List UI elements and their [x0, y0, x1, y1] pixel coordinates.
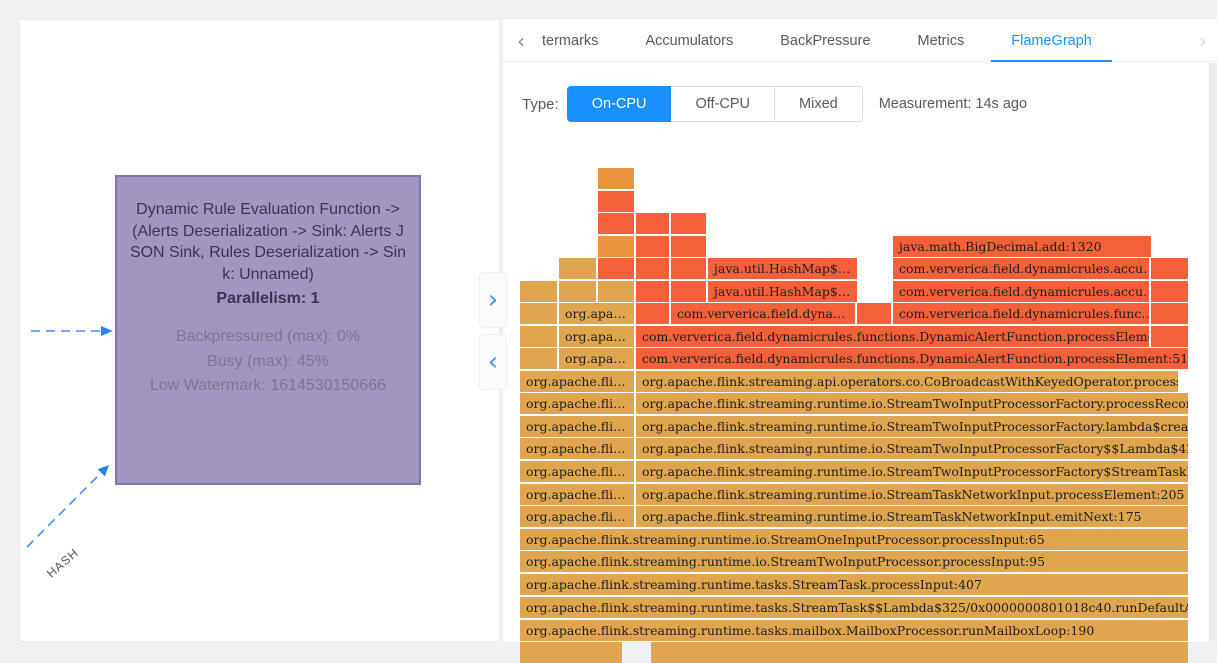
flame-frame[interactable] [636, 303, 669, 324]
flamegraph-controls: Type: On-CPUOff-CPUMixed Measurement: 14… [522, 86, 1027, 122]
flame-frame[interactable] [559, 258, 596, 279]
flame-frame[interactable]: org.apache.flink.streaming.runtime.tasks… [520, 597, 1188, 618]
type-option-mixed[interactable]: Mixed [775, 86, 863, 122]
edge-arrowhead-right-icon [101, 326, 113, 336]
flame-frame[interactable] [636, 236, 669, 257]
flame-frame[interactable] [520, 281, 557, 302]
flame-frame[interactable] [559, 281, 596, 302]
flame-frame[interactable] [1151, 303, 1188, 324]
type-label: Type: [522, 96, 559, 113]
flame-frame[interactable] [520, 326, 557, 347]
flame-frame[interactable] [651, 642, 1188, 663]
stat-busy: Busy (max): 45% [142, 350, 394, 375]
flame-frame[interactable] [1151, 326, 1188, 347]
job-node-title: Dynamic Rule Evaluation Function -> (Ale… [129, 199, 407, 285]
type-option-off-cpu[interactable]: Off-CPU [671, 86, 775, 122]
job-graph-panel: Dynamic Rule Evaluation Function -> (Ale… [19, 19, 500, 642]
flame-frame[interactable]: org.apache.flink.streaming.runtime.io.St… [636, 393, 1188, 414]
panel-expand-button[interactable]: › [479, 272, 507, 328]
flame-frame[interactable] [598, 281, 634, 302]
flame-frame[interactable] [671, 281, 706, 302]
flame-frame[interactable]: org.apache.fli… [520, 393, 634, 414]
flame-frame[interactable] [636, 281, 669, 302]
flame-frame[interactable]: com.ververica.field.dynamicrules.accu… [893, 258, 1149, 279]
flame-frame[interactable] [636, 258, 669, 279]
flame-frame[interactable]: org.apache.fli… [520, 416, 634, 437]
edge-hash-label: HASH [44, 546, 81, 581]
flame-frame[interactable] [671, 236, 706, 257]
tab-metrics[interactable]: Metrics [918, 33, 965, 49]
stat-low-watermark: Low Watermark: 1614530150666 [142, 374, 394, 399]
edge-line-diagonal [27, 474, 100, 547]
flame-frame[interactable]: org.apache.flink.streaming.runtime.io.St… [520, 551, 1188, 572]
tab-flamegraph[interactable]: FlameGraph [1011, 33, 1092, 49]
tab-termarks[interactable]: termarks [542, 33, 598, 49]
flame-frame[interactable]: org.apache.fli… [520, 461, 634, 482]
flame-frame[interactable]: com.ververica.field.dyna… [671, 303, 855, 324]
edge-arrowhead-up-right-icon [98, 465, 109, 476]
chevron-left-icon: ‹ [488, 349, 498, 375]
flame-frame[interactable]: java.util.HashMap$… [708, 258, 857, 279]
flame-frame[interactable]: org.apache.flink.streaming.runtime.io.St… [520, 529, 1188, 550]
flame-frame[interactable] [598, 191, 634, 212]
tab-backpressure[interactable]: BackPressure [780, 33, 870, 49]
flame-frame[interactable]: org.apache.fli… [520, 371, 634, 392]
flame-frame[interactable]: com.ververica.field.dynamicrules.functio… [636, 326, 1149, 347]
panel-collapse-button[interactable]: ‹ [479, 334, 507, 390]
flame-frame[interactable]: org.apache.flink.streaming.runtime.io.St… [636, 438, 1188, 459]
flame-frame[interactable] [598, 236, 634, 257]
tabs: termarks Accumulators BackPressure Metrics F… [542, 19, 1092, 62]
flame-frame[interactable] [636, 213, 669, 234]
flame-frame[interactable]: org.apache.flink.streaming.runtime.tasks… [520, 574, 1188, 595]
chevron-right-icon: › [488, 287, 498, 313]
flame-frame[interactable] [671, 258, 706, 279]
flame-frame[interactable]: org.apache.flink.streaming.runtime.tasks… [520, 620, 1188, 641]
job-node[interactable]: Dynamic Rule Evaluation Function -> (Ale… [115, 175, 421, 485]
tab-bar: ‹ termarks Accumulators BackPressure Metric… [503, 19, 1217, 62]
vertical-scrollbar[interactable] [1209, 63, 1217, 642]
flame-frame[interactable]: org.apache.fli… [520, 438, 634, 459]
flame-frame[interactable] [857, 303, 891, 324]
flame-frame[interactable]: org.apache.flink.streaming.runtime.io.St… [636, 461, 1188, 482]
flame-frame[interactable] [1151, 281, 1188, 302]
flame-frame[interactable] [520, 303, 557, 324]
measurement-age-label: Measurement: 14s ago [879, 96, 1027, 112]
flame-frame[interactable]: org.apache.flink.streaming.runtime.io.St… [636, 484, 1188, 505]
flame-frame[interactable]: java.math.BigDecimal.add:1320 [893, 236, 1151, 257]
flame-frame[interactable] [520, 348, 557, 369]
flame-frame[interactable]: com.ververica.field.dynamicrules.accu… [893, 281, 1149, 302]
chevron-right-icon: › [1199, 29, 1207, 53]
flame-frame[interactable] [598, 168, 634, 189]
flame-frame[interactable]: java.util.HashMap$… [708, 281, 857, 302]
job-node-stats: Backpressured (max): 0% Busy (max): 45% … [142, 325, 394, 399]
flame-frame[interactable]: com.ververica.field.dynamicrules.functio… [636, 348, 1188, 369]
flame-frame[interactable]: org.apache.flink.streaming.runtime.io.St… [636, 416, 1188, 437]
active-tab-ink-bar [991, 60, 1112, 62]
flame-frame[interactable]: com.ververica.field.dynamicrules.func… [893, 303, 1149, 324]
flame-frame[interactable] [671, 213, 706, 234]
type-option-on-cpu[interactable]: On-CPU [567, 86, 672, 122]
flame-frame[interactable]: org.apache.flink.streaming.runtime.io.St… [636, 506, 1188, 527]
job-node-parallelism: Parallelism: 1 [117, 290, 419, 308]
flame-frame[interactable]: org.apa… [559, 326, 634, 347]
flame-frame[interactable]: org.apa… [559, 303, 634, 324]
flame-frame[interactable] [598, 213, 634, 234]
flame-frame[interactable] [1151, 258, 1188, 279]
tabs-scroll-right-button[interactable]: › [1199, 19, 1207, 62]
type-radio-group: On-CPUOff-CPUMixed [567, 86, 863, 122]
flame-frame[interactable]: org.apa… [559, 348, 634, 369]
flame-frame[interactable]: org.apache.flink.streaming.api.operators… [636, 371, 1178, 392]
flame-frame[interactable]: org.apache.fli… [520, 484, 634, 505]
flame-frame[interactable] [598, 258, 634, 279]
chevron-left-icon: ‹ [517, 29, 525, 53]
stat-backpressure: Backpressured (max): 0% [142, 325, 394, 350]
flame-frame[interactable] [520, 642, 622, 663]
flame-frame[interactable]: org.apache.fli… [520, 506, 634, 527]
tabs-scroll-left-button[interactable]: ‹ [517, 19, 525, 62]
tab-accumulators[interactable]: Accumulators [645, 33, 733, 49]
